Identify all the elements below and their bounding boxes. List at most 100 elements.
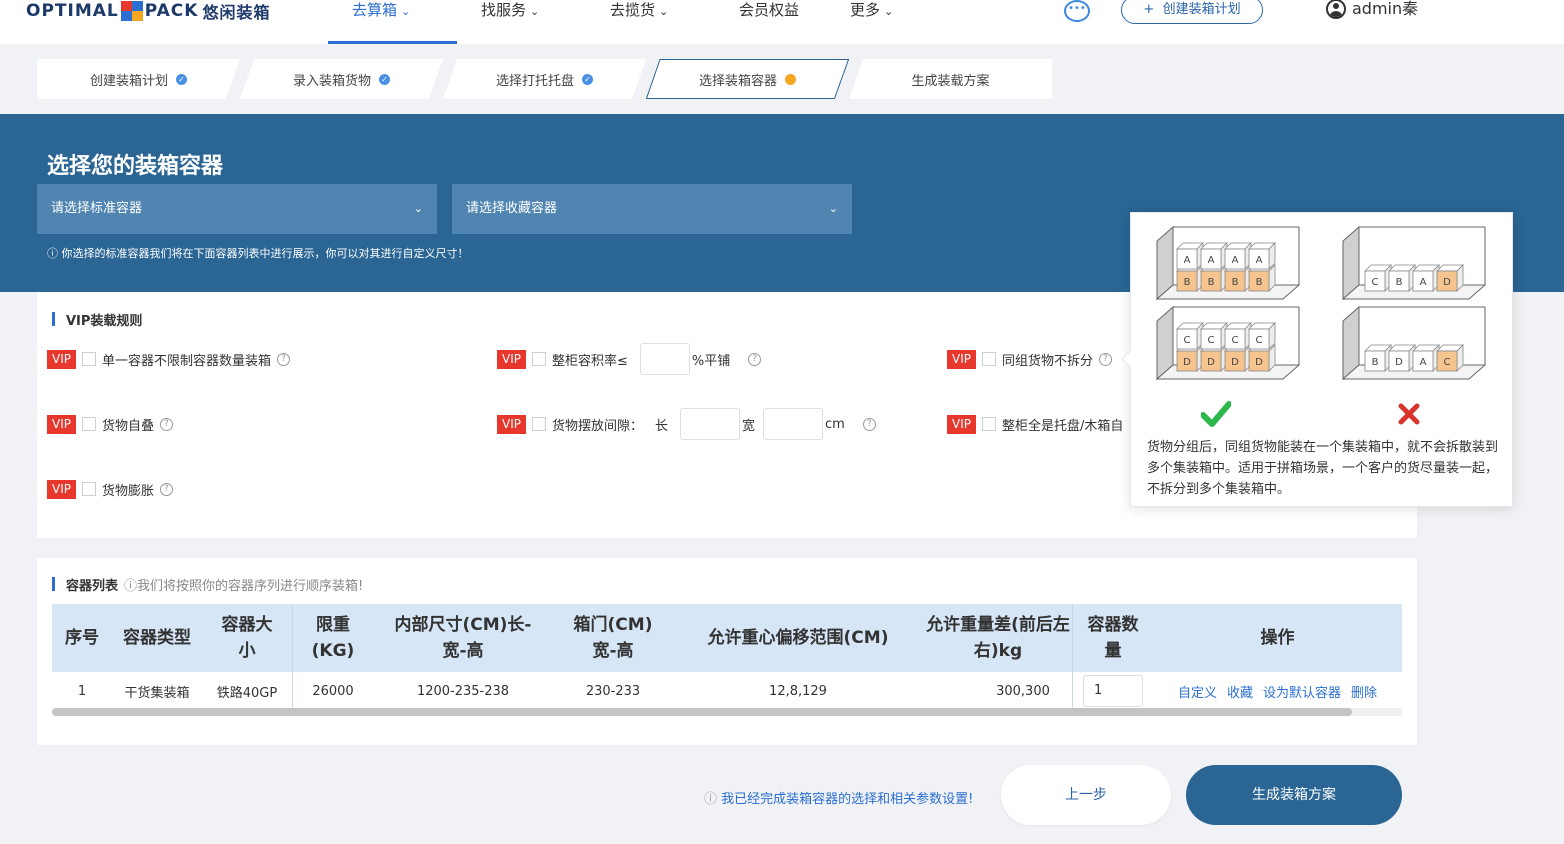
vip-rules-title: VIP装载规则 [52, 310, 142, 329]
step-done-check-icon: ✓ [176, 74, 187, 85]
logo-cube-icon [120, 1, 143, 21]
scrollbar-thumb[interactable] [52, 708, 1352, 716]
step-generate-plan[interactable]: 生成装载方案 [849, 59, 1052, 99]
help-icon[interactable]: ? [160, 417, 173, 431]
box-letter: A [1184, 255, 1191, 266]
set-default-link[interactable]: 设为默认容器 [1263, 682, 1341, 701]
tooltip-text: 货物分组后，同组货物能装在一个集装箱中，就不会拆散装到多个集装箱中。适用于拼箱场… [1147, 440, 1499, 497]
rule-group-no-split-checkbox[interactable] [981, 352, 996, 366]
th-inner-size: 内部尺寸(CM)长-宽-高 [394, 615, 532, 661]
cell-type: 干货集装箱 [124, 685, 190, 701]
vip-badge: VIP [47, 414, 76, 434]
rule-group-no-split: VIP 同组货物不拆分 ? [947, 349, 1112, 369]
vip-badge: VIP [47, 349, 76, 369]
box-letter: A [1232, 255, 1239, 266]
logo-text-cn: 悠闲装箱 [202, 3, 271, 22]
box-letter: B [1184, 277, 1191, 288]
logo-text-optimal: OPTIMAL [26, 1, 119, 21]
vip-badge: VIP [947, 414, 976, 434]
box-letter: C [1232, 335, 1239, 346]
help-icon[interactable]: ? [1099, 352, 1112, 366]
fill-rate-input[interactable] [639, 343, 690, 375]
tooltip-illustration: B B B BA A A AD D D DC C C CC B A DB D A C [1155, 225, 1487, 381]
qty-input[interactable]: 1 [1083, 675, 1143, 707]
cell-cog-range: 12,8,129 [769, 683, 827, 699]
help-icon[interactable]: ? [160, 482, 173, 496]
container-list-title: 容器列表 ⓘ我们将按照你的容器序列进行顺序装箱! [52, 575, 363, 594]
rule-self-stack-checkbox[interactable] [81, 417, 96, 431]
create-plan-button[interactable]: + 创建装箱计划 [1121, 0, 1263, 24]
box-letter: A [1208, 255, 1215, 266]
box-letter: D [1395, 357, 1403, 368]
rule-unlimited-qty: VIP 单一容器不限制容器数量装箱 ? [47, 349, 290, 369]
rule-self-stack: VIP 货物自叠 ? [47, 414, 173, 434]
cell-index: 1 [77, 683, 87, 699]
chevron-down-icon: ⌄ [828, 202, 838, 215]
chat-bubble-icon[interactable]: ••• [1064, 0, 1090, 22]
cell-size: 铁路40GP [216, 685, 278, 701]
user-menu[interactable]: admin秦 [1326, 0, 1418, 20]
nav-item-calc[interactable]: 去算箱 ⌄ [352, 0, 410, 24]
chevron-down-icon: ⌄ [884, 5, 894, 18]
nav-item-services[interactable]: 找服务 ⌄ [481, 0, 539, 24]
rule-expand-checkbox[interactable] [81, 482, 96, 496]
generate-plan-button[interactable]: 生成装箱方案 [1186, 765, 1402, 825]
table-horizontal-scrollbar[interactable] [52, 708, 1402, 716]
step-select-container[interactable]: 选择装箱容器 [646, 59, 849, 99]
vip-badge: VIP [497, 349, 526, 369]
box-letter: B [1208, 277, 1215, 288]
rule-gap: VIP 货物摆放间隙： 长 宽 cm ? [497, 408, 876, 440]
gap-length-input[interactable] [680, 408, 741, 440]
box-letter: C [1444, 357, 1451, 368]
check-icon [1201, 401, 1231, 427]
box-letter: A [1420, 277, 1427, 288]
step-done-check-icon: ✓ [379, 74, 390, 85]
nav-active-underline [328, 41, 457, 44]
chevron-down-icon: ⌄ [401, 5, 411, 18]
box-letter: A [1420, 357, 1427, 368]
help-icon[interactable]: ? [862, 417, 876, 431]
step-enter-goods[interactable]: 录入装箱货物 ✓ [240, 59, 443, 99]
vip-badge: VIP [497, 414, 526, 434]
logo-text-pack: PACK [144, 1, 199, 21]
step-current-dot-icon [785, 74, 796, 85]
top-navbar: OPTIMAL PACK 悠闲装箱 去算箱 ⌄ 找服务 ⌄ 去揽货 ⌄ 会员权益 更多… [0, 0, 1564, 44]
nav-item-pickup[interactable]: 去揽货 ⌄ [610, 0, 668, 24]
prev-step-button[interactable]: 上一步 [1001, 765, 1171, 825]
delete-link[interactable]: 删除 [1351, 682, 1377, 701]
box-letter: C [1256, 335, 1263, 346]
gap-width-input[interactable] [763, 408, 824, 440]
th-qty: 容器数量 [1087, 615, 1139, 661]
box-letter: D [1207, 357, 1215, 368]
rule-unlimited-qty-checkbox[interactable] [81, 352, 96, 366]
favorite-link[interactable]: 收藏 [1227, 682, 1253, 701]
rule-gap-checkbox[interactable] [531, 417, 546, 431]
footer-note: ⓘ 我已经完成装箱容器的选择和相关参数设置! [704, 792, 974, 807]
th-weight: 限重(KG) [311, 615, 355, 661]
box-letter: B [1232, 277, 1239, 288]
box-letter: B [1372, 357, 1379, 368]
vip-badge: VIP [47, 479, 76, 499]
rule-full-pallet-checkbox[interactable] [981, 417, 996, 431]
customize-link[interactable]: 自定义 [1178, 682, 1217, 701]
user-avatar-icon [1326, 0, 1346, 19]
help-icon[interactable]: ? [277, 352, 290, 366]
box-letter: B [1396, 277, 1403, 288]
box-letter: D [1255, 357, 1263, 368]
box-letter: D [1443, 277, 1451, 288]
favorite-container-select[interactable]: 请选择收藏容器 ⌄ [452, 184, 852, 234]
rule-fill-rate: VIP 整柜容积率≤ %平铺 ? [497, 343, 762, 375]
rule-fill-rate-checkbox[interactable] [531, 352, 546, 366]
step-create-plan[interactable]: 创建装箱计划 ✓ [37, 59, 240, 99]
th-index: 序号 [65, 628, 99, 648]
nav-item-membership[interactable]: 会员权益 [739, 0, 799, 24]
standard-container-select[interactable]: 请选择标准容器 ⌄ [37, 184, 437, 234]
help-icon[interactable]: ? [748, 352, 762, 366]
banner-note: ⓘ 你选择的标准容器我们将在下面容器列表中进行展示，你可以对其进行自定义尺寸！ [47, 247, 469, 260]
nav-item-more[interactable]: 更多 ⌄ [850, 0, 893, 24]
rule-expand: VIP 货物膨胀 ? [47, 479, 173, 499]
step-select-pallet[interactable]: 选择打托托盘 ✓ [443, 59, 646, 99]
th-ops: 操作 [1260, 628, 1295, 648]
logo[interactable]: OPTIMAL PACK 悠闲装箱 [26, 0, 270, 24]
info-icon: ⓘ [704, 792, 718, 807]
